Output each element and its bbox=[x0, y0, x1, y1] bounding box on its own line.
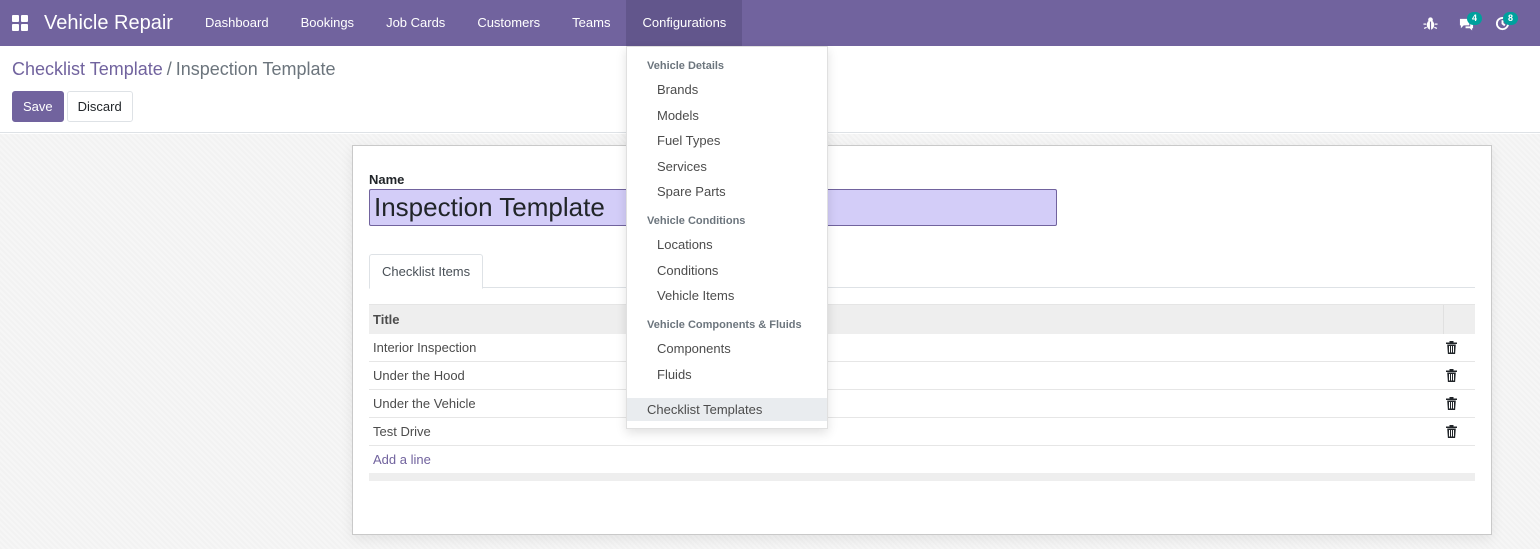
menu-item-locations[interactable]: Locations bbox=[657, 237, 713, 252]
breadcrumb-separator: / bbox=[166, 59, 172, 79]
menu-configurations[interactable]: Configurations bbox=[626, 0, 743, 46]
trash-icon[interactable] bbox=[1446, 397, 1457, 410]
main-menu: Dashboard Bookings Job Cards Customers T… bbox=[189, 0, 743, 46]
table-footer bbox=[369, 473, 1475, 481]
row-title[interactable]: Under the Hood bbox=[369, 368, 465, 383]
table-row[interactable]: Under the Hood bbox=[369, 362, 1475, 390]
menu-item-models[interactable]: Models bbox=[657, 108, 699, 123]
menu-customers[interactable]: Customers bbox=[461, 0, 556, 46]
form-sheet: Name Inspection Template Checklist Items… bbox=[352, 145, 1492, 535]
trash-icon[interactable] bbox=[1446, 341, 1457, 354]
save-button[interactable]: Save bbox=[12, 91, 64, 122]
name-label: Name bbox=[369, 172, 405, 187]
configurations-dropdown: Vehicle Details Brands Models Fuel Types… bbox=[626, 46, 828, 429]
menu-item-fuel-types[interactable]: Fuel Types bbox=[657, 133, 720, 148]
clock-icon[interactable]: 8 bbox=[1484, 0, 1520, 46]
row-title[interactable]: Test Drive bbox=[369, 424, 431, 439]
table-row[interactable]: Interior Inspection bbox=[369, 334, 1475, 362]
table-header: Title bbox=[369, 304, 1475, 334]
top-navbar: Vehicle Repair Dashboard Bookings Job Ca… bbox=[0, 0, 1540, 46]
app-brand[interactable]: Vehicle Repair bbox=[40, 0, 189, 46]
table-row[interactable]: Under the Vehicle bbox=[369, 390, 1475, 418]
table-row[interactable]: Test Drive bbox=[369, 418, 1475, 446]
row-title[interactable]: Interior Inspection bbox=[369, 340, 476, 355]
menu-item-services[interactable]: Services bbox=[657, 159, 707, 174]
column-actions bbox=[1443, 305, 1475, 334]
section-vehicle-components-fluids: Vehicle Components & Fluids bbox=[647, 319, 802, 331]
menu-item-checklist-templates[interactable]: Checklist Templates bbox=[627, 398, 827, 421]
activities-badge: 8 bbox=[1502, 12, 1518, 25]
breadcrumb-parent[interactable]: Checklist Template bbox=[12, 59, 163, 80]
messages-badge: 4 bbox=[1466, 12, 1482, 25]
add-line-link[interactable]: Add a line bbox=[369, 446, 1475, 473]
section-vehicle-conditions: Vehicle Conditions bbox=[647, 215, 746, 227]
bug-icon[interactable] bbox=[1412, 0, 1448, 46]
checklist-table: Title Interior Inspection Under the Hood… bbox=[369, 304, 1475, 481]
menu-item-components[interactable]: Components bbox=[657, 341, 731, 356]
trash-icon[interactable] bbox=[1446, 425, 1457, 438]
form-buttons: Save Discard bbox=[12, 91, 133, 122]
menu-bookings[interactable]: Bookings bbox=[285, 0, 370, 46]
systray: 4 8 bbox=[1412, 0, 1540, 46]
menu-dashboard[interactable]: Dashboard bbox=[189, 0, 285, 46]
menu-teams[interactable]: Teams bbox=[556, 0, 626, 46]
tab-checklist-items[interactable]: Checklist Items bbox=[369, 254, 484, 289]
column-title[interactable]: Title bbox=[369, 312, 400, 327]
chat-icon[interactable]: 4 bbox=[1448, 0, 1484, 46]
menu-item-spare-parts[interactable]: Spare Parts bbox=[657, 184, 726, 199]
menu-item-vehicle-items[interactable]: Vehicle Items bbox=[657, 288, 734, 303]
notebook-tabs: Checklist Items bbox=[369, 254, 1475, 289]
apps-grid-icon[interactable] bbox=[0, 0, 40, 46]
row-title[interactable]: Under the Vehicle bbox=[369, 396, 476, 411]
section-vehicle-details: Vehicle Details bbox=[647, 60, 725, 72]
menu-item-brands[interactable]: Brands bbox=[657, 82, 698, 97]
menu-item-conditions[interactable]: Conditions bbox=[657, 263, 718, 278]
discard-button[interactable]: Discard bbox=[66, 91, 133, 122]
breadcrumb-current: Inspection Template bbox=[175, 59, 336, 79]
menu-item-fluids[interactable]: Fluids bbox=[657, 367, 692, 382]
trash-icon[interactable] bbox=[1446, 369, 1457, 382]
menu-job-cards[interactable]: Job Cards bbox=[370, 0, 461, 46]
breadcrumb: Checklist Template / Inspection Template bbox=[12, 59, 336, 80]
